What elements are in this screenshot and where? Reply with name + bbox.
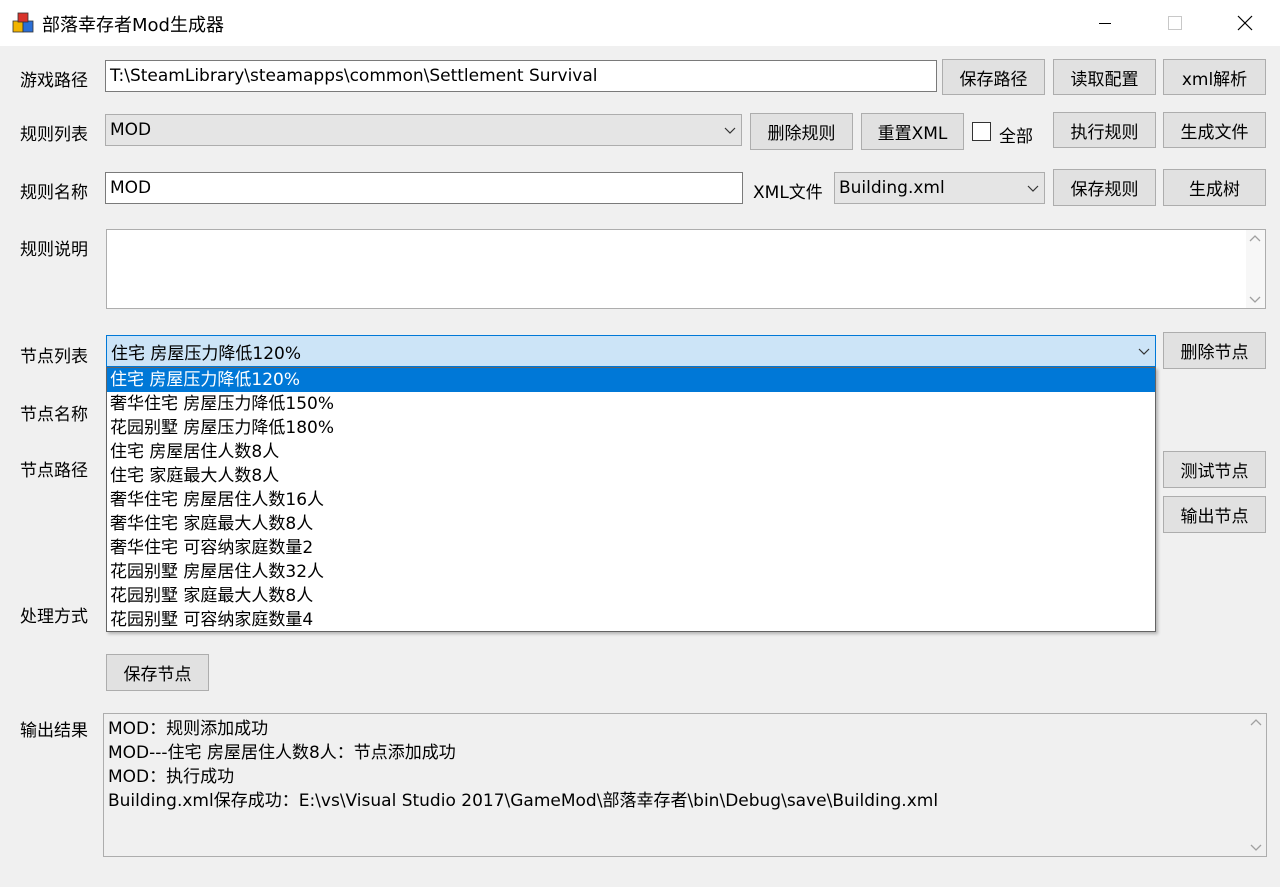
xml-file-value: Building.xml <box>839 178 945 198</box>
delete-rule-button[interactable]: 删除规则 <box>750 113 853 150</box>
minimize-icon <box>1099 23 1111 24</box>
output-line: Building.xml保存成功：E:\vs\Visual Studio 201… <box>108 791 939 811</box>
output-line: MOD：规则添加成功 <box>108 719 269 739</box>
output-result-label: 输出结果 <box>20 721 88 741</box>
rule-desc-scrollbar[interactable] <box>1246 230 1265 308</box>
maximize-button[interactable] <box>1140 0 1210 46</box>
game-path-value: T:\SteamLibrary\steamapps\common\Settlem… <box>110 66 598 86</box>
dropdown-item[interactable]: 奢华住宅 房屋压力降低150% <box>107 392 1155 416</box>
node-list-value: 住宅 房屋压力降低120% <box>111 343 302 364</box>
save-node-button[interactable]: 保存节点 <box>106 654 209 691</box>
rule-list-label: 规则列表 <box>20 125 88 145</box>
test-node-button[interactable]: 测试节点 <box>1163 451 1266 488</box>
window-title: 部落幸存者Mod生成器 <box>42 15 224 36</box>
dropdown-item[interactable]: 花园别墅 可容纳家庭数量4 <box>107 608 1155 632</box>
chevron-down-icon <box>724 127 736 134</box>
rule-list-value: MOD <box>110 120 152 140</box>
process-method-label: 处理方式 <box>20 607 88 627</box>
generate-tree-button[interactable]: 生成树 <box>1163 169 1266 206</box>
output-node-button[interactable]: 输出节点 <box>1163 496 1266 533</box>
node-name-label: 节点名称 <box>20 405 88 425</box>
chevron-down-icon <box>1027 185 1039 192</box>
dropdown-item[interactable]: 奢华住宅 房屋居住人数16人 <box>107 488 1155 512</box>
dropdown-item[interactable]: 住宅 房屋居住人数8人 <box>107 440 1155 464</box>
output-line: MOD：执行成功 <box>108 767 235 787</box>
node-list-label: 节点列表 <box>20 347 88 367</box>
scroll-up-icon[interactable] <box>1249 234 1261 242</box>
dropdown-item[interactable]: 花园别墅 房屋压力降低180% <box>107 416 1155 440</box>
dropdown-item[interactable]: 花园别墅 房屋居住人数32人 <box>107 560 1155 584</box>
scroll-down-icon[interactable] <box>1250 844 1262 852</box>
rule-name-label: 规则名称 <box>20 183 88 203</box>
all-checkbox-label: 全部 <box>999 127 1033 147</box>
dropdown-item[interactable]: 奢华住宅 家庭最大人数8人 <box>107 512 1155 536</box>
game-path-input[interactable]: T:\SteamLibrary\steamapps\common\Settlem… <box>105 60 937 92</box>
all-checkbox[interactable] <box>972 122 991 141</box>
xml-file-combo[interactable]: Building.xml <box>834 172 1045 204</box>
save-path-button[interactable]: 保存路径 <box>942 59 1045 95</box>
game-path-label: 游戏路径 <box>20 71 88 91</box>
rule-name-input[interactable]: MOD <box>105 172 743 204</box>
execute-rule-button[interactable]: 执行规则 <box>1053 112 1156 148</box>
close-button[interactable] <box>1210 0 1280 46</box>
delete-node-button[interactable]: 删除节点 <box>1163 332 1266 369</box>
dropdown-item[interactable]: 住宅 家庭最大人数8人 <box>107 464 1155 488</box>
xml-file-label: XML文件 <box>753 183 823 203</box>
output-scrollbar[interactable] <box>1247 714 1266 856</box>
node-list-combo[interactable]: 住宅 房屋压力降低120% <box>106 335 1156 367</box>
maximize-icon <box>1168 16 1182 30</box>
rule-name-value: MOD <box>110 178 152 198</box>
dropdown-item[interactable]: 奢华住宅 可容纳家庭数量2 <box>107 536 1155 560</box>
output-textarea[interactable]: MOD：规则添加成功 MOD---住宅 房屋居住人数8人：节点添加成功 MOD：… <box>103 713 1267 857</box>
app-icon <box>12 12 34 33</box>
generate-file-button[interactable]: 生成文件 <box>1163 112 1266 148</box>
dropdown-item[interactable]: 花园别墅 家庭最大人数8人 <box>107 584 1155 608</box>
minimize-button[interactable] <box>1070 0 1140 46</box>
rule-list-combo[interactable]: MOD <box>105 114 742 146</box>
dropdown-item[interactable]: 住宅 房屋压力降低120% <box>107 368 1155 392</box>
reset-xml-button[interactable]: 重置XML <box>861 113 964 150</box>
chevron-down-icon <box>1138 348 1150 355</box>
rule-desc-label: 规则说明 <box>20 240 88 260</box>
node-path-label: 节点路径 <box>20 461 88 481</box>
read-config-button[interactable]: 读取配置 <box>1053 59 1156 95</box>
close-icon <box>1237 15 1253 31</box>
scroll-down-icon[interactable] <box>1249 296 1261 304</box>
node-dropdown-list: 住宅 房屋压力降低120% 奢华住宅 房屋压力降低150% 花园别墅 房屋压力降… <box>106 367 1156 632</box>
rule-desc-textarea[interactable] <box>106 229 1266 309</box>
save-rule-button[interactable]: 保存规则 <box>1053 169 1156 206</box>
output-line: MOD---住宅 房屋居住人数8人：节点添加成功 <box>108 743 456 763</box>
xml-parse-button[interactable]: xml解析 <box>1163 59 1266 95</box>
scroll-up-icon[interactable] <box>1250 718 1262 726</box>
